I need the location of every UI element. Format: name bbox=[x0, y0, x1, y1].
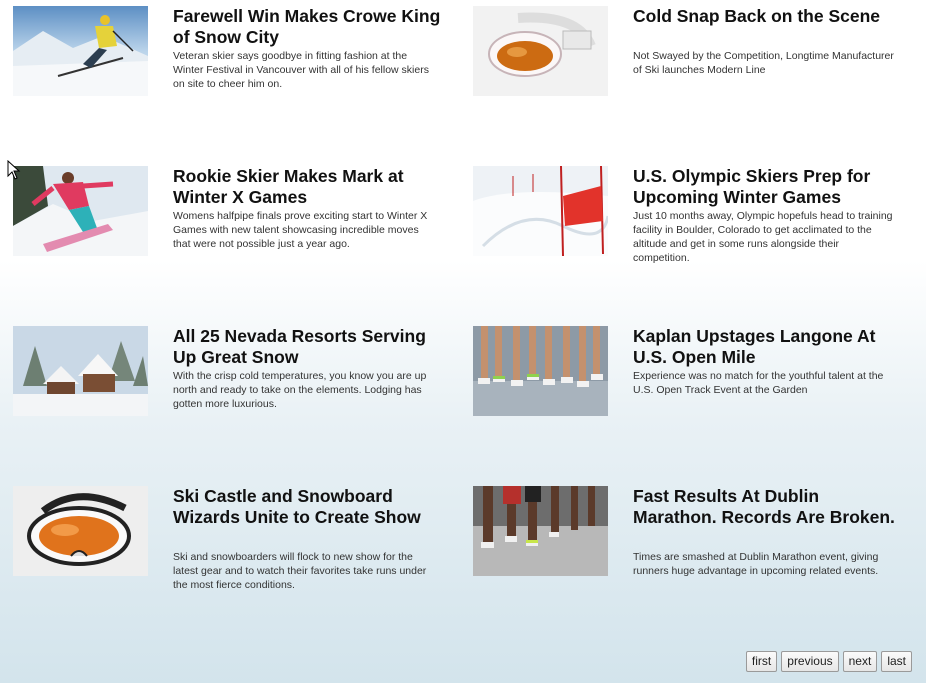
article-item: All 25 Nevada Resorts Serving Up Great S… bbox=[13, 326, 453, 476]
article-item: Kaplan Upstages Langone At U.S. Open Mil… bbox=[473, 326, 913, 476]
article-thumbnail-cabins[interactable] bbox=[13, 326, 148, 416]
article-title[interactable]: Farewell Win Makes Crowe King of Snow Ci… bbox=[173, 6, 443, 48]
article-title[interactable]: All 25 Nevada Resorts Serving Up Great S… bbox=[173, 326, 443, 368]
article-title[interactable]: Rookie Skier Makes Mark at Winter X Game… bbox=[173, 166, 443, 208]
article-description: Times are smashed at Dublin Marathon eve… bbox=[633, 551, 879, 577]
pager-first-button[interactable]: first bbox=[745, 651, 778, 672]
article-title[interactable]: Ski Castle and Snowboard Wizards Unite t… bbox=[173, 486, 443, 528]
article-thumbnail-runners[interactable] bbox=[473, 326, 608, 416]
article-item: Ski Castle and Snowboard Wizards Unite t… bbox=[13, 486, 453, 636]
article-thumbnail-skier[interactable] bbox=[13, 6, 148, 96]
pager-last-button[interactable]: last bbox=[881, 651, 912, 672]
article-thumbnail-goggles-orange[interactable] bbox=[13, 486, 148, 576]
pagination: first previous next last bbox=[745, 651, 912, 672]
article-description: Veteran skier says goodbye in fitting fa… bbox=[173, 50, 429, 90]
article-title[interactable]: Fast Results At Dublin Marathon. Records… bbox=[633, 486, 903, 528]
article-description: Experience was no match for the youthful… bbox=[633, 370, 884, 396]
article-title[interactable]: Cold Snap Back on the Scene bbox=[633, 6, 903, 27]
article-description: Womens halfpipe finals prove exciting st… bbox=[173, 210, 428, 250]
article-description: Not Swayed by the Competition, Longtime … bbox=[633, 50, 894, 76]
article-thumbnail-snowboarder[interactable] bbox=[13, 166, 148, 256]
article-description: With the crisp cold temperatures, you kn… bbox=[173, 370, 427, 410]
article-title[interactable]: U.S. Olympic Skiers Prep for Upcoming Wi… bbox=[633, 166, 903, 208]
article-title[interactable]: Kaplan Upstages Langone At U.S. Open Mil… bbox=[633, 326, 903, 368]
article-description: Just 10 months away, Olympic hopefuls he… bbox=[633, 210, 893, 264]
article-item: Rookie Skier Makes Mark at Winter X Game… bbox=[13, 166, 453, 316]
article-item: Farewell Win Makes Crowe King of Snow Ci… bbox=[13, 6, 453, 156]
article-item: U.S. Olympic Skiers Prep for Upcoming Wi… bbox=[473, 166, 913, 316]
mouse-cursor-icon bbox=[7, 160, 21, 180]
article-thumbnail-goggles[interactable] bbox=[473, 6, 608, 96]
article-description: Ski and snowboarders will flock to new s… bbox=[173, 551, 427, 591]
article-thumbnail-marathon[interactable] bbox=[473, 486, 608, 576]
article-item: Fast Results At Dublin Marathon. Records… bbox=[473, 486, 913, 636]
pager-next-button[interactable]: next bbox=[842, 651, 878, 672]
article-item: Cold Snap Back on the Scene Not Swayed b… bbox=[473, 6, 913, 156]
pager-previous-button[interactable]: previous bbox=[781, 651, 839, 672]
article-thumbnail-slalom[interactable] bbox=[473, 166, 608, 256]
